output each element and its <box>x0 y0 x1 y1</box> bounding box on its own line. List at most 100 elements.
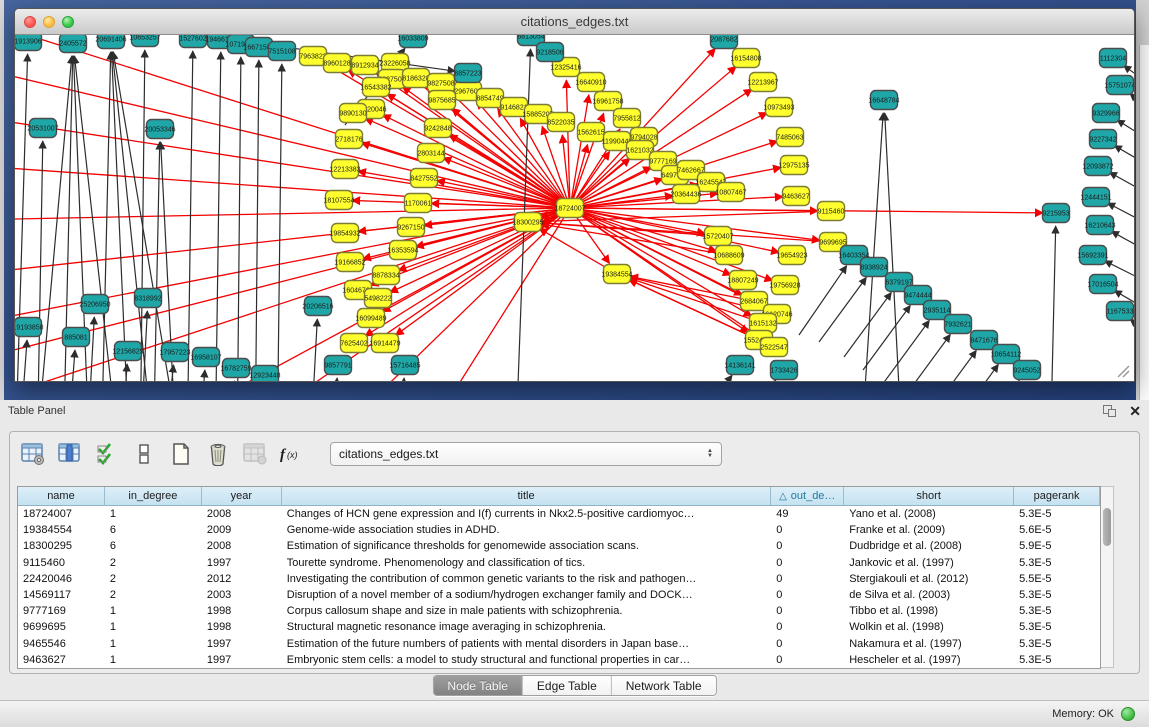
table-vertical-scrollbar[interactable] <box>1101 486 1114 668</box>
network-edge[interactable] <box>663 375 732 382</box>
table-row[interactable]: 2242004622012Investigating the contribut… <box>18 571 1100 587</box>
network-node[interactable]: 16154808 <box>730 49 761 68</box>
table-row[interactable]: 977716911998Corpus callosum shape and si… <box>18 603 1100 619</box>
close-window-button[interactable] <box>24 16 36 28</box>
network-node[interactable]: 9827508 <box>427 74 454 93</box>
network-edge[interactable] <box>365 118 570 208</box>
network-node[interactable]: 9890130 <box>339 104 366 123</box>
network-node[interactable]: 18807249 <box>727 271 758 290</box>
network-edge[interactable] <box>799 266 847 335</box>
network-node[interactable]: 8857223 <box>454 64 481 83</box>
tab-node-table[interactable]: Node Table <box>433 676 523 695</box>
network-node[interactable]: 12156829 <box>112 342 143 361</box>
network-node[interactable]: 17016504 <box>1087 275 1118 294</box>
scrollbar-thumb[interactable] <box>1103 508 1111 546</box>
row-height-icon[interactable] <box>131 441 157 467</box>
network-node[interactable]: 10807467 <box>715 183 746 202</box>
network-node[interactable]: 8878334 <box>372 266 399 285</box>
network-edge[interactable] <box>400 378 404 382</box>
column-header-short[interactable]: short <box>844 487 1014 505</box>
network-canvas[interactable]: 1872400779638228960128891293423226058982… <box>15 35 1134 382</box>
network-node[interactable]: 19384554 <box>601 265 632 284</box>
network-node[interactable]: 20206516 <box>302 297 333 316</box>
network-node[interactable]: 2405572 <box>59 35 86 53</box>
select-columns-icon[interactable] <box>94 441 120 467</box>
network-edge[interactable] <box>929 350 976 382</box>
network-node[interactable]: 9115460 <box>818 202 845 221</box>
network-node[interactable]: 15720407 <box>702 227 733 246</box>
network-edge[interactable] <box>200 370 205 382</box>
network-node[interactable]: 9227342 <box>1089 130 1116 149</box>
network-node[interactable]: 9267150 <box>397 218 424 237</box>
network-node[interactable]: 12975135 <box>778 156 809 175</box>
network-node[interactable]: 1167533 <box>1107 302 1134 321</box>
network-node[interactable]: 7485063 <box>776 128 803 147</box>
delete-table-icon[interactable] <box>205 441 231 467</box>
network-edge[interactable] <box>90 317 94 382</box>
network-node[interactable]: 12444151 <box>1080 188 1111 207</box>
network-edge[interactable] <box>15 208 570 365</box>
table-row[interactable]: 1872400712008Changes of HCN gene express… <box>18 506 1100 522</box>
network-edge[interactable] <box>23 340 27 382</box>
network-node[interactable]: 12213383 <box>329 160 360 179</box>
network-node[interactable]: 19654923 <box>776 246 807 265</box>
table-selector-dropdown[interactable]: citations_edges.txt▲▼ <box>330 442 722 466</box>
network-node[interactable]: 16914479 <box>369 334 400 353</box>
network-node[interactable]: 16210643 <box>1084 216 1115 235</box>
table-row[interactable]: 946554611997Estimation of the future num… <box>18 636 1100 652</box>
new-table-icon[interactable] <box>168 441 194 467</box>
network-edge[interactable] <box>15 65 570 208</box>
network-node[interactable]: 19193858 <box>15 318 44 337</box>
network-view-window[interactable]: citations_edges.txt 18724007796382289601… <box>14 8 1135 382</box>
network-edge[interactable] <box>1050 226 1056 382</box>
network-node[interactable]: 7625402 <box>340 334 367 353</box>
network-edge[interactable] <box>951 364 998 382</box>
network-node[interactable]: 20691406 <box>95 35 126 49</box>
network-node[interactable]: 7515108 <box>268 42 295 61</box>
network-node[interactable]: 19756928 <box>769 276 800 295</box>
table-row[interactable]: 946362711997Embryonic stem cells: a mode… <box>18 652 1100 668</box>
network-node[interactable]: 16353594 <box>387 241 418 260</box>
node-table[interactable]: namein_degreeyeartitle△out_de…shortpager… <box>17 486 1101 669</box>
network-node[interactable]: 1562615 <box>577 123 604 142</box>
column-header-pagerank[interactable]: pagerank <box>1014 487 1100 505</box>
network-edge[interactable] <box>215 52 221 382</box>
network-node[interactable]: 885081 <box>63 328 90 347</box>
network-node[interactable]: 16640910 <box>575 73 606 92</box>
network-node[interactable]: 19166852 <box>334 253 365 272</box>
network-node[interactable]: 18724007 <box>554 199 585 218</box>
tab-edge-table[interactable]: Edge Table <box>523 676 612 695</box>
network-node[interactable]: 20364436 <box>670 185 701 204</box>
minimize-window-button[interactable] <box>43 16 55 28</box>
network-node[interactable]: 20053346 <box>144 120 175 139</box>
network-node[interactable]: 15751074 <box>1104 76 1134 95</box>
network-node[interactable]: 9245052 <box>1013 361 1040 380</box>
network-node[interactable]: 17957223 <box>159 343 190 362</box>
network-edge[interactable] <box>70 350 75 382</box>
network-node[interactable]: 19854932 <box>329 224 360 243</box>
network-edge[interactable] <box>1111 231 1134 261</box>
function-builder-icon[interactable]: f(x) <box>279 441 305 467</box>
column-header-year[interactable]: year <box>202 487 282 505</box>
network-node[interactable]: 2522547 <box>760 338 787 357</box>
network-node[interactable]: 8938924 <box>860 258 887 277</box>
close-icon[interactable]: ✕ <box>1129 404 1141 418</box>
table-row[interactable]: 1456911722003Disruption of a novel membe… <box>18 587 1100 603</box>
network-node[interactable]: 8912934 <box>351 56 378 75</box>
network-node[interactable]: 7932621 <box>944 315 971 334</box>
network-edge[interactable] <box>1114 146 1134 175</box>
network-node[interactable]: 16782759 <box>220 359 251 378</box>
network-node[interactable]: 9463627 <box>782 187 809 206</box>
network-node[interactable]: 1527602 <box>179 35 206 48</box>
network-node[interactable]: 16961758 <box>592 92 623 111</box>
column-header-name[interactable]: name <box>18 487 105 505</box>
network-edge[interactable] <box>237 57 241 382</box>
column-header-out_de[interactable]: △out_de… <box>771 487 844 505</box>
network-edge[interactable] <box>819 277 866 342</box>
network-edge[interactable] <box>1130 93 1134 123</box>
network-node[interactable]: 9329966 <box>1092 104 1119 123</box>
network-node[interactable]: 8522035 <box>547 113 574 132</box>
table-row[interactable]: 969969511998Structural magnetic resonanc… <box>18 619 1100 635</box>
column-header-in_degree[interactable]: in_degree <box>105 487 202 505</box>
network-node[interactable]: 14136141 <box>724 356 755 375</box>
